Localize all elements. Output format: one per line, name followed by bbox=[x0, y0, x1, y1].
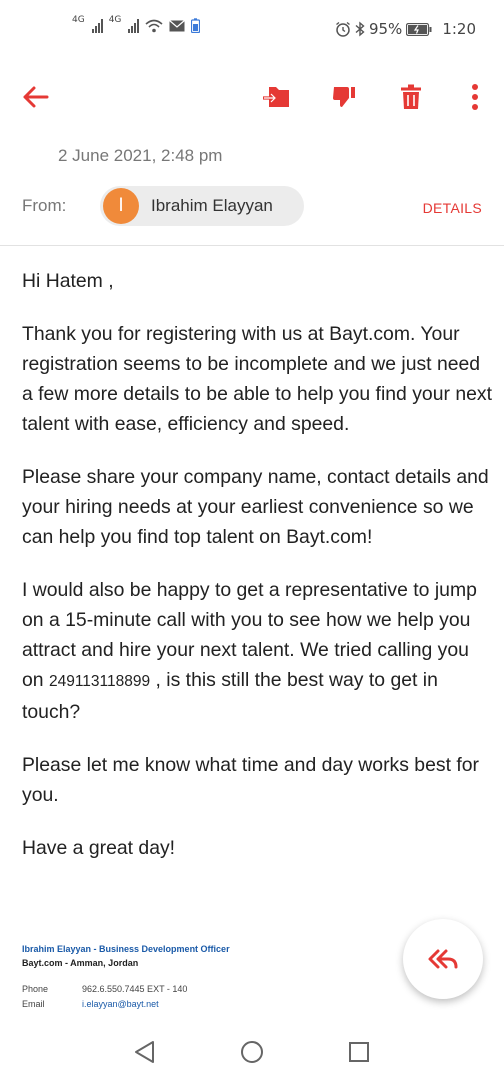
from-label: From: bbox=[22, 196, 67, 215]
signature-email-label: Email bbox=[22, 999, 45, 1009]
email-signature: Ibrahim Elayyan - Business Development O… bbox=[22, 942, 230, 1011]
email-paragraph-3: I would also be happy to get a represent… bbox=[22, 575, 492, 727]
trash-icon bbox=[401, 84, 421, 109]
reply-all-icon bbox=[428, 949, 458, 969]
move-to-folder-button[interactable] bbox=[259, 80, 293, 114]
mail-icon bbox=[169, 19, 186, 31]
nav-recents-button[interactable] bbox=[347, 1040, 371, 1064]
signature-email-row: Email i.elayyan@bayt.net bbox=[22, 997, 230, 1011]
nav-home-button[interactable] bbox=[240, 1040, 264, 1064]
move-to-folder-icon bbox=[263, 87, 289, 107]
email-toolbar bbox=[0, 70, 504, 124]
thumb-down-icon bbox=[333, 87, 355, 107]
wifi-icon bbox=[145, 19, 163, 32]
email-body: Hi Hatem , Thank you for registering wit… bbox=[22, 266, 492, 886]
phone-number[interactable]: 249113118899 bbox=[49, 673, 150, 690]
nav-back-button[interactable] bbox=[132, 1040, 156, 1064]
email-closing: Have a great day! bbox=[22, 837, 176, 859]
battery-saver-icon bbox=[191, 18, 201, 33]
signal-icon-2 bbox=[128, 18, 140, 33]
email-paragraph-4: Please let me know what time and day wor… bbox=[22, 754, 479, 806]
more-vertical-icon bbox=[472, 84, 478, 110]
status-bar: 4G 4G 95% 1:20 bbox=[0, 0, 504, 60]
email-greeting: Hi Hatem , bbox=[22, 270, 114, 292]
back-button[interactable] bbox=[18, 80, 52, 114]
battery-charging-icon bbox=[406, 22, 432, 36]
signal-icon bbox=[91, 18, 103, 33]
circle-home-icon bbox=[241, 1041, 263, 1063]
reply-all-button[interactable] bbox=[403, 919, 483, 999]
delete-button[interactable] bbox=[394, 80, 428, 114]
clock-time: 1:20 bbox=[442, 20, 476, 38]
signature-phone-label: Phone bbox=[22, 984, 49, 994]
triangle-back-icon bbox=[135, 1041, 154, 1063]
header-divider bbox=[0, 245, 504, 246]
email-paragraph-2: Please share your company name, contact … bbox=[22, 466, 489, 548]
from-row: From: I Ibrahim Elayyan DETAILS bbox=[0, 186, 504, 230]
signature-name-title: Ibrahim Elayyan - Business Development O… bbox=[22, 944, 230, 954]
square-recents-icon bbox=[349, 1042, 369, 1062]
more-options-button[interactable] bbox=[458, 80, 492, 114]
network-type-1: 4G bbox=[72, 14, 85, 25]
arrow-left-icon bbox=[23, 86, 49, 108]
signature-email-link[interactable]: i.elayyan@bayt.net bbox=[82, 997, 159, 1011]
status-right: 95% 1:20 bbox=[335, 20, 476, 38]
dislike-button[interactable] bbox=[327, 80, 361, 114]
status-left: 4G 4G bbox=[72, 14, 201, 33]
sender-chip[interactable]: I Ibrahim Elayyan bbox=[100, 186, 304, 226]
signature-phone-row: Phone 962.6.550.7445 EXT - 140 bbox=[22, 982, 230, 996]
sender-name: Ibrahim Elayyan bbox=[151, 196, 273, 215]
avatar: I bbox=[103, 188, 139, 224]
email-date: 2 June 2021, 2:48 pm bbox=[58, 146, 223, 165]
signature-phone-value[interactable]: 962.6.550.7445 EXT - 140 bbox=[82, 982, 187, 996]
battery-percent: 95% bbox=[368, 20, 403, 38]
alarm-icon bbox=[336, 21, 350, 37]
signature-company: Bayt.com - Amman, Jordan bbox=[22, 958, 139, 968]
network-type-2: 4G bbox=[108, 14, 122, 25]
system-nav-bar bbox=[0, 1020, 504, 1080]
email-paragraph-1: Thank you for registering with us at Bay… bbox=[22, 323, 492, 435]
details-link[interactable]: DETAILS bbox=[423, 200, 482, 216]
bluetooth-icon bbox=[355, 21, 365, 37]
